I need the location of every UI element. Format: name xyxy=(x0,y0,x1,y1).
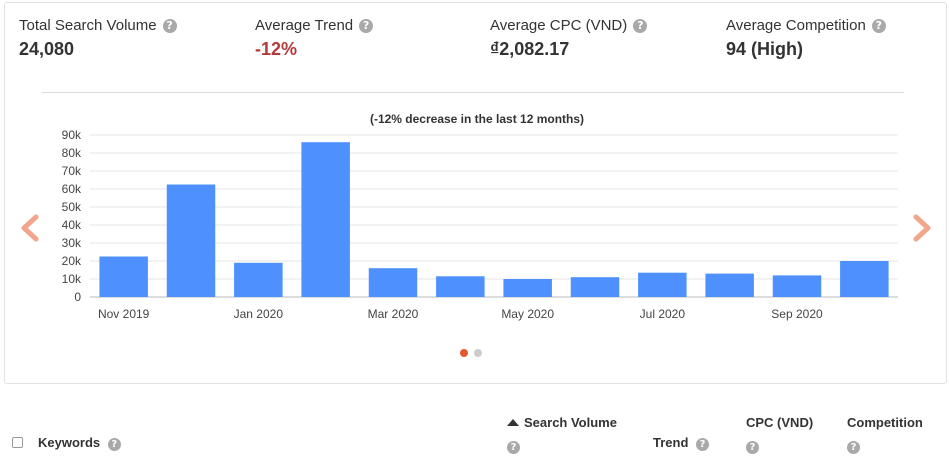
column-label: CPC (VND) xyxy=(746,415,814,430)
y-axis-ticks: 0 10k 20k 30k 40k 50k 60k 70k 80k 90k xyxy=(62,128,82,304)
section-divider xyxy=(42,92,904,93)
bar-sep-2020[interactable] xyxy=(772,275,822,297)
search-volume-chart: (-12% decrease in the last 12 months) 0 1… xyxy=(0,100,949,335)
help-icon[interactable]: ? xyxy=(633,18,648,33)
y-tick-label: 10k xyxy=(62,272,82,286)
y-tick-label: 80k xyxy=(62,146,82,160)
bar-oct-2020[interactable] xyxy=(840,261,889,297)
y-tick-label: 90k xyxy=(62,128,82,142)
metric-value: -12% xyxy=(255,39,298,59)
help-icon[interactable]: ? xyxy=(507,441,520,454)
y-tick-label: 40k xyxy=(62,218,82,232)
column-label: Search Volume xyxy=(524,415,617,430)
column-label: Competition xyxy=(847,415,923,430)
column-label: Keywords xyxy=(38,435,101,450)
metric-value: 24,080 xyxy=(19,39,75,59)
column-header-search-volume[interactable]: Search Volume xyxy=(507,415,617,430)
column-header-trend[interactable]: Trend ? xyxy=(653,435,710,451)
x-tick-label: Jan 2020 xyxy=(234,307,284,321)
bar-jun-2020[interactable] xyxy=(570,277,620,297)
sort-ascending-icon xyxy=(507,419,519,426)
bar-aug-2020[interactable] xyxy=(705,273,754,297)
metric-average-competition: Average Competition ? 94 (High) xyxy=(726,17,886,60)
help-icon[interactable]: ? xyxy=(871,18,886,33)
x-tick-label: Nov 2019 xyxy=(98,307,150,321)
bar-jan-2020[interactable] xyxy=(234,262,283,297)
metric-total-search-volume: Total Search Volume ? 24,080 xyxy=(19,17,177,60)
carousel-dot[interactable] xyxy=(460,349,468,357)
x-tick-label: Sep 2020 xyxy=(771,307,823,321)
carousel-dot[interactable] xyxy=(474,349,482,357)
help-icon[interactable]: ? xyxy=(162,18,177,33)
bar-apr-2020[interactable] xyxy=(436,276,485,297)
previous-chart-arrow-icon[interactable] xyxy=(18,213,42,243)
y-tick-label: 60k xyxy=(62,182,82,196)
bar-feb-2020[interactable] xyxy=(301,142,350,297)
x-tick-label: Mar 2020 xyxy=(368,307,419,321)
bar-mar-2020[interactable] xyxy=(368,268,418,297)
metric-average-cpc: Average CPC (VND) ? ₫2,082.17 xyxy=(490,17,648,60)
help-icon[interactable]: ? xyxy=(696,438,710,451)
metric-label: Total Search Volume xyxy=(19,17,157,34)
help-icon[interactable]: ? xyxy=(359,18,374,33)
bar-dec-2019[interactable] xyxy=(166,184,216,298)
help-icon[interactable]: ? xyxy=(847,441,860,454)
y-tick-label: 30k xyxy=(62,236,82,250)
chart-bars xyxy=(99,142,889,298)
bar-nov-2019[interactable] xyxy=(99,256,148,298)
metric-label: Average Competition xyxy=(726,17,866,34)
chart-title: (-12% decrease in the last 12 months) xyxy=(370,112,584,126)
column-header-keywords[interactable]: Keywords ? xyxy=(38,435,121,451)
x-tick-label: May 2020 xyxy=(501,307,554,321)
bar-may-2020[interactable] xyxy=(503,279,552,297)
x-axis-ticks: Nov 2019 Jan 2020 Mar 2020 May 2020 Jul 2020… xyxy=(98,307,823,321)
y-tick-label: 70k xyxy=(62,164,82,178)
column-label: Trend xyxy=(653,435,689,450)
help-icon[interactable]: ? xyxy=(107,438,121,451)
column-header-competition[interactable]: Competition xyxy=(847,415,923,430)
keyword-table-header: Keywords ? Search Volume ? Trend ? CPC (… xyxy=(0,400,949,466)
x-tick-label: Jul 2020 xyxy=(640,307,686,321)
metric-value: 94 (High) xyxy=(726,39,804,59)
metric-average-trend: Average Trend ? -12% xyxy=(255,17,374,60)
select-all-checkbox[interactable] xyxy=(12,437,23,448)
help-icon[interactable]: ? xyxy=(746,441,759,454)
chart-svg: (-12% decrease in the last 12 months) 0 1… xyxy=(62,112,898,321)
y-tick-label: 20k xyxy=(62,254,82,268)
metric-label: Average CPC (VND) xyxy=(490,17,628,34)
y-tick-label: 0 xyxy=(74,290,81,304)
y-tick-label: 50k xyxy=(62,200,82,214)
metric-label: Average Trend xyxy=(255,17,354,34)
carousel-pagination xyxy=(460,349,482,357)
bar-jul-2020[interactable] xyxy=(638,272,687,297)
column-header-cpc[interactable]: CPC (VND) xyxy=(746,415,813,430)
metric-value: ₫2,082.17 xyxy=(490,39,570,59)
next-chart-arrow-icon[interactable] xyxy=(910,213,934,243)
